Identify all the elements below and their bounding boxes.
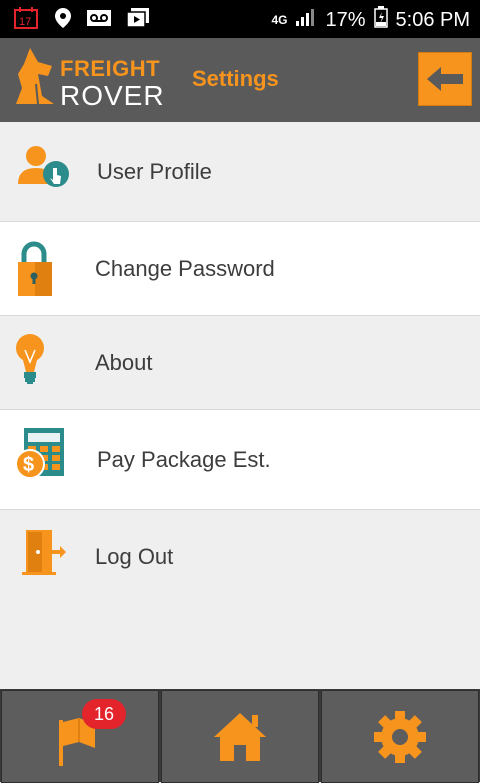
menu-item-about[interactable]: About (0, 316, 480, 410)
lock-icon (14, 238, 74, 300)
menu-item-label: Pay Package Est. (97, 446, 271, 472)
back-button[interactable] (418, 52, 472, 106)
location-icon (54, 7, 72, 34)
system-status: 4G 17% 5:06 PM (271, 6, 470, 34)
battery-percent: 17% (325, 8, 366, 31)
dog-logo-icon (16, 48, 54, 105)
menu-item-label: Change Password (95, 255, 275, 281)
status-bar: 17 4G 17% 5:06 PM (0, 0, 480, 38)
svg-text:17: 17 (19, 16, 31, 28)
freight-rover-logo: FREIGHT ROVER (8, 44, 178, 114)
voicemail-icon (86, 7, 112, 34)
logo-line1: FREIGHT (60, 56, 161, 81)
bottom-navigation: 16 (0, 689, 480, 783)
user-profile-icon (14, 138, 74, 200)
home-icon (214, 712, 266, 761)
calendar-icon: 17 (14, 7, 40, 34)
menu-item-pay-package[interactable]: $ Pay Package Est. (0, 410, 480, 510)
network-indicator: 4G (271, 13, 288, 27)
menu-item-label: User Profile (97, 158, 212, 184)
nav-home-button[interactable] (161, 690, 319, 783)
lightbulb-icon (14, 332, 74, 394)
signal-icon (295, 7, 317, 33)
page-title: Settings (192, 66, 279, 91)
calculator-icon: $ (14, 426, 74, 488)
nav-flags-button[interactable]: 16 (1, 690, 159, 783)
menu-item-change-password[interactable]: Change Password (0, 222, 480, 316)
media-icon (126, 7, 150, 34)
gear-icon (374, 710, 426, 763)
notification-icons: 17 (14, 7, 150, 34)
menu-item-log-out[interactable]: Log Out (0, 510, 480, 603)
menu-item-label: Log Out (95, 543, 174, 569)
settings-menu: User Profile Change Password About $ Pay… (0, 122, 480, 603)
nav-settings-button[interactable] (321, 690, 479, 783)
clock: 5:06 PM (395, 8, 470, 31)
svg-text:$: $ (23, 454, 34, 476)
logo-line2: ROVER (60, 80, 165, 111)
battery-icon (373, 6, 388, 34)
app-header: FREIGHT ROVER Settings (0, 38, 480, 122)
notification-badge: 16 (82, 699, 126, 729)
menu-item-label: About (95, 349, 153, 375)
logout-icon (14, 526, 74, 588)
arrow-left-icon (427, 67, 463, 91)
menu-item-user-profile[interactable]: User Profile (0, 122, 480, 222)
